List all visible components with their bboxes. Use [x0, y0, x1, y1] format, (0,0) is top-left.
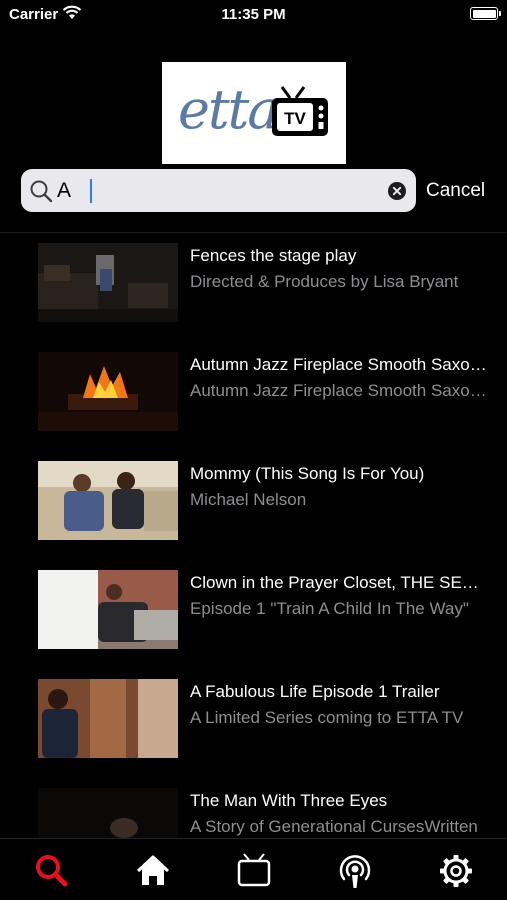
result-subtitle: A Story of Generational CursesWritten [190, 817, 478, 836]
home-icon[interactable] [133, 851, 173, 891]
result-row[interactable]: Mommy (This Song Is For You) Michael Nel… [0, 451, 507, 559]
podcast-icon[interactable] [335, 851, 375, 891]
search-icon[interactable] [32, 851, 72, 891]
video-thumbnail [38, 679, 178, 758]
clear-search-icon[interactable] [388, 182, 406, 200]
text-caret [90, 179, 92, 203]
result-subtitle: Episode 1 "Train A Child In The Way" [190, 599, 469, 618]
result-subtitle: Directed & Produces by Lisa Bryant [190, 272, 459, 291]
result-title: The Man With Three Eyes [190, 791, 388, 810]
video-thumbnail [38, 243, 178, 322]
tab-bar [0, 838, 507, 900]
result-subtitle: Michael Nelson [190, 490, 307, 509]
tv-icon[interactable] [234, 851, 274, 891]
video-thumbnail [38, 461, 178, 540]
etta-tv-logo: etta TV [162, 62, 346, 164]
video-thumbnail [38, 352, 178, 431]
result-row[interactable]: A Fabulous Life Episode 1 Trailer A Limi… [0, 669, 507, 777]
gear-icon[interactable] [436, 851, 476, 891]
status-time: 11:35 PM [221, 6, 286, 23]
video-thumbnail [38, 570, 178, 649]
result-subtitle: Autumn Jazz Fireplace Smooth Saxophone [190, 381, 490, 400]
status-bar: Carrier 11:35 PM [0, 0, 507, 28]
result-title: Mommy (This Song Is For You) [190, 464, 425, 483]
search-input[interactable] [57, 174, 377, 207]
result-subtitle: A Limited Series coming to ETTA TV [190, 708, 464, 727]
battery-icon [470, 7, 501, 20]
search-results-list[interactable]: Fences the stage play Directed & Produce… [0, 232, 507, 838]
result-title: Autumn Jazz Fireplace Smooth Saxophone [190, 355, 490, 374]
result-row[interactable]: Clown in the Prayer Closet, THE SERIES E… [0, 560, 507, 668]
logo-tv-text: TV [284, 109, 306, 128]
tv-logo-icon: TV [272, 86, 328, 136]
search-icon [30, 180, 53, 203]
result-title: Fences the stage play [190, 246, 357, 265]
cancel-button[interactable]: Cancel [426, 180, 485, 202]
result-title: A Fabulous Life Episode 1 Trailer [190, 682, 440, 701]
result-title: Clown in the Prayer Closet, THE SERIES [190, 573, 490, 592]
result-row[interactable]: Autumn Jazz Fireplace Smooth Saxophone A… [0, 342, 507, 450]
search-bar[interactable] [21, 169, 416, 212]
result-row[interactable]: Fences the stage play Directed & Produce… [0, 233, 507, 341]
video-thumbnail [38, 788, 178, 838]
logo-wordmark: etta [178, 78, 280, 141]
result-row[interactable]: The Man With Three Eyes A Story of Gener… [0, 778, 507, 838]
